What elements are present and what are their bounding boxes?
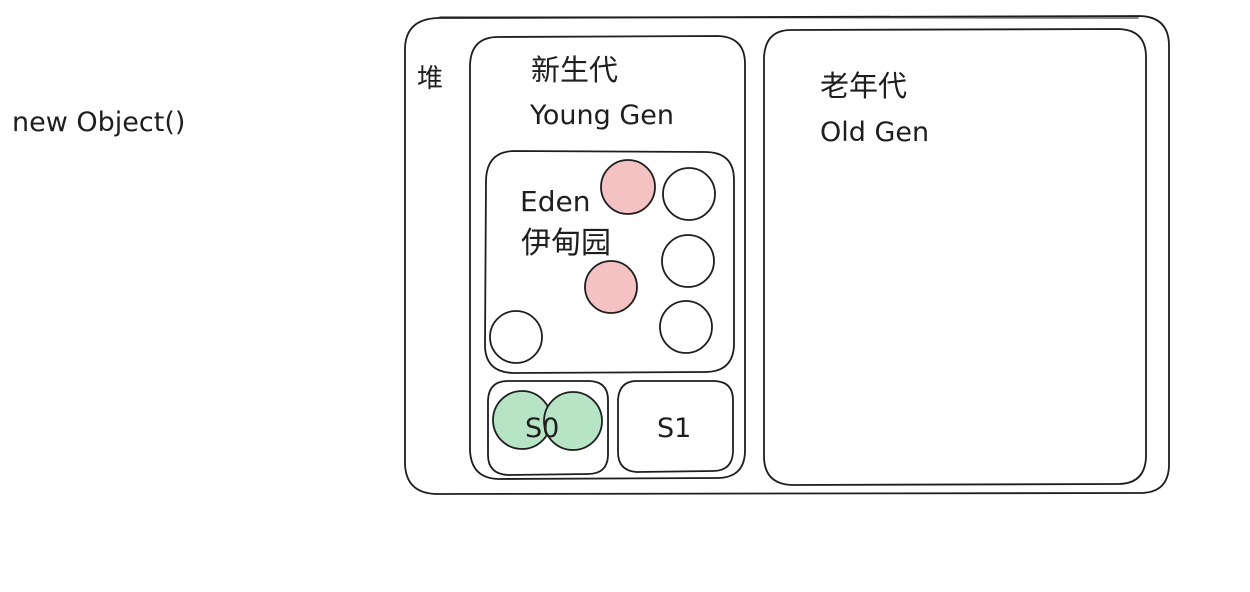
jvm-heap-diagram: new Object() 堆 新生代 Young Gen Eden 伊甸园 S0…	[12, 15, 1170, 495]
code-label: new Object()	[12, 107, 185, 138]
eden-object-live-6	[489, 310, 543, 364]
s0-label: S0	[525, 413, 559, 444]
old-gen-region: 老年代 Old Gen	[763, 28, 1147, 486]
s1-region: S1	[617, 380, 734, 473]
eden-object-live-5	[659, 300, 713, 354]
eden-label-en: Eden	[520, 185, 590, 218]
young-gen-label-en: Young Gen	[529, 100, 674, 131]
young-gen-label-cn: 新生代	[531, 53, 618, 87]
eden-object-garbage-2	[600, 159, 656, 215]
heap-label: 堆	[417, 64, 443, 94]
eden-object-garbage-4	[584, 260, 638, 314]
old-gen-label-cn: 老年代	[820, 69, 907, 103]
eden-label-cn: 伊甸园	[521, 226, 611, 261]
eden-object-live-1	[662, 167, 716, 221]
s1-label: S1	[657, 413, 691, 444]
old-gen-label-en: Old Gen	[820, 117, 929, 148]
eden-object-live-3	[661, 234, 715, 288]
